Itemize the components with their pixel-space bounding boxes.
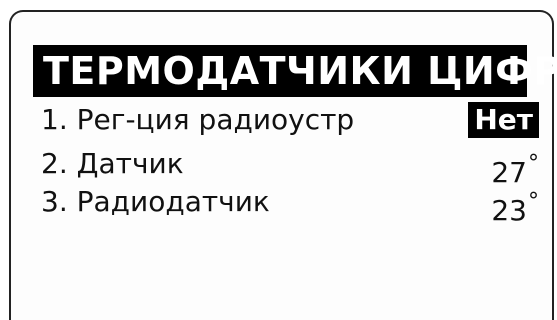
degree-unit: °: [528, 189, 539, 214]
menu-item-label: 3. Радиодатчик: [41, 185, 270, 218]
lcd-screen: ТЕРМОДАТЧИКИ ЦИФР 1. Рег-ция радиоустр Н…: [9, 10, 557, 320]
menu-item-value-selected: Нет: [468, 102, 539, 138]
menu-item-label: 2. Датчик: [41, 147, 184, 180]
menu-item-value: 23°: [491, 184, 539, 229]
degree-unit: °: [528, 151, 539, 176]
menu-item-sensor[interactable]: 2. Датчик 27°: [41, 146, 539, 189]
menu-item-radio-registration[interactable]: 1. Рег-ция радиоустр Нет: [41, 102, 539, 138]
menu-item-label: 1. Рег-ция радиоустр: [41, 103, 355, 136]
temperature-value: 23: [491, 194, 527, 227]
menu-item-radio-sensor[interactable]: 3. Радиодатчик 23°: [41, 184, 539, 227]
screen-title: ТЕРМОДАТЧИКИ ЦИФР: [33, 45, 557, 97]
